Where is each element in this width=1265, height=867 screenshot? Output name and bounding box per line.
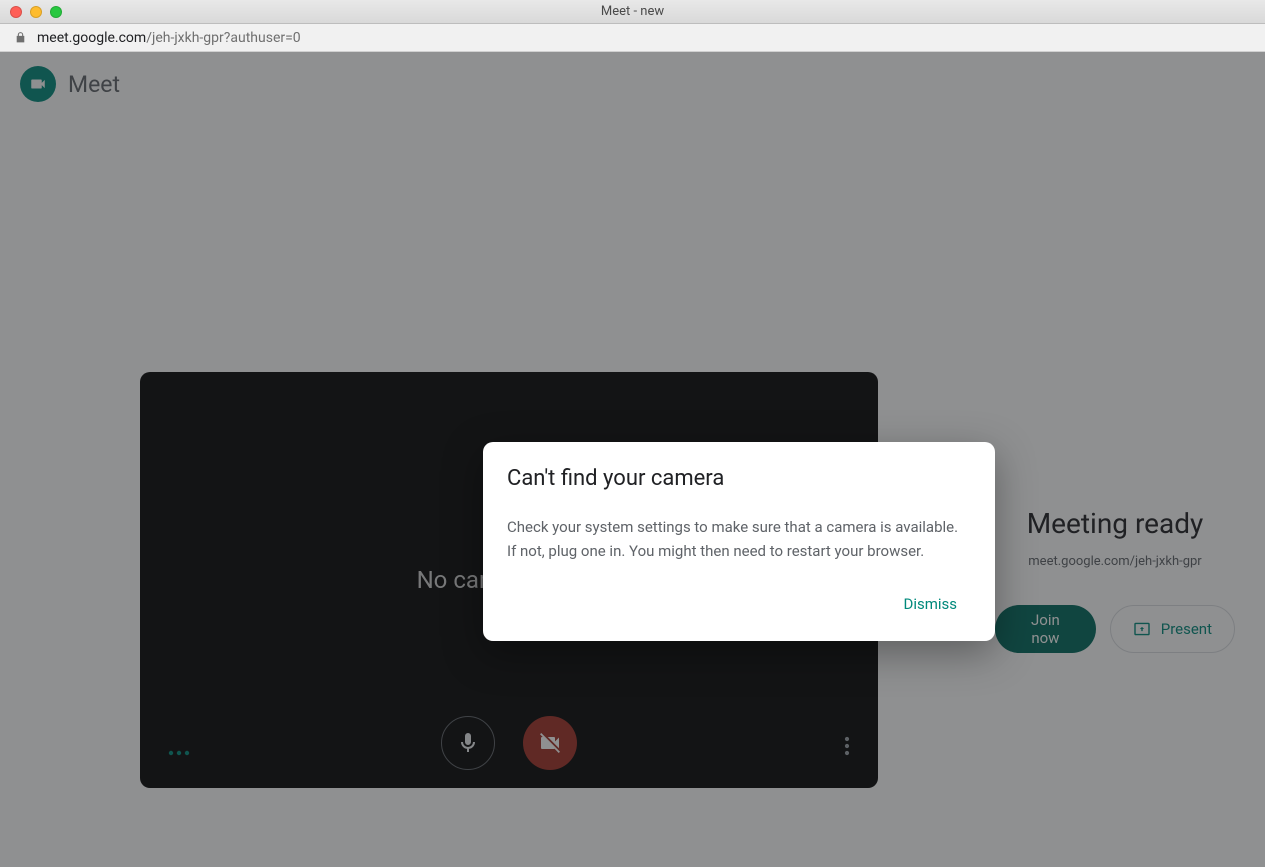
page-viewport: Meet No camera found Meeting ready meet.… bbox=[0, 52, 1265, 867]
dialog-title: Can't find your camera bbox=[507, 466, 971, 491]
dismiss-label: Dismiss bbox=[903, 595, 957, 613]
traffic-lights bbox=[10, 6, 62, 18]
url-path: /jeh-jxkh-gpr?authuser=0 bbox=[146, 30, 300, 46]
dismiss-button[interactable]: Dismiss bbox=[893, 587, 967, 621]
window-titlebar: Meet - new bbox=[0, 0, 1265, 24]
dialog-actions: Dismiss bbox=[507, 581, 971, 627]
camera-error-dialog: Can't find your camera Check your system… bbox=[483, 442, 995, 641]
address-bar[interactable]: meet.google.com/jeh-jxkh-gpr?authuser=0 bbox=[0, 24, 1265, 52]
close-window-button[interactable] bbox=[10, 6, 22, 18]
minimize-window-button[interactable] bbox=[30, 6, 42, 18]
zoom-window-button[interactable] bbox=[50, 6, 62, 18]
url-host: meet.google.com bbox=[37, 30, 146, 46]
dialog-body: Check your system settings to make sure … bbox=[507, 515, 971, 563]
url-text: meet.google.com/jeh-jxkh-gpr?authuser=0 bbox=[37, 30, 301, 46]
window-title: Meet - new bbox=[0, 4, 1265, 19]
lock-icon bbox=[14, 31, 27, 44]
